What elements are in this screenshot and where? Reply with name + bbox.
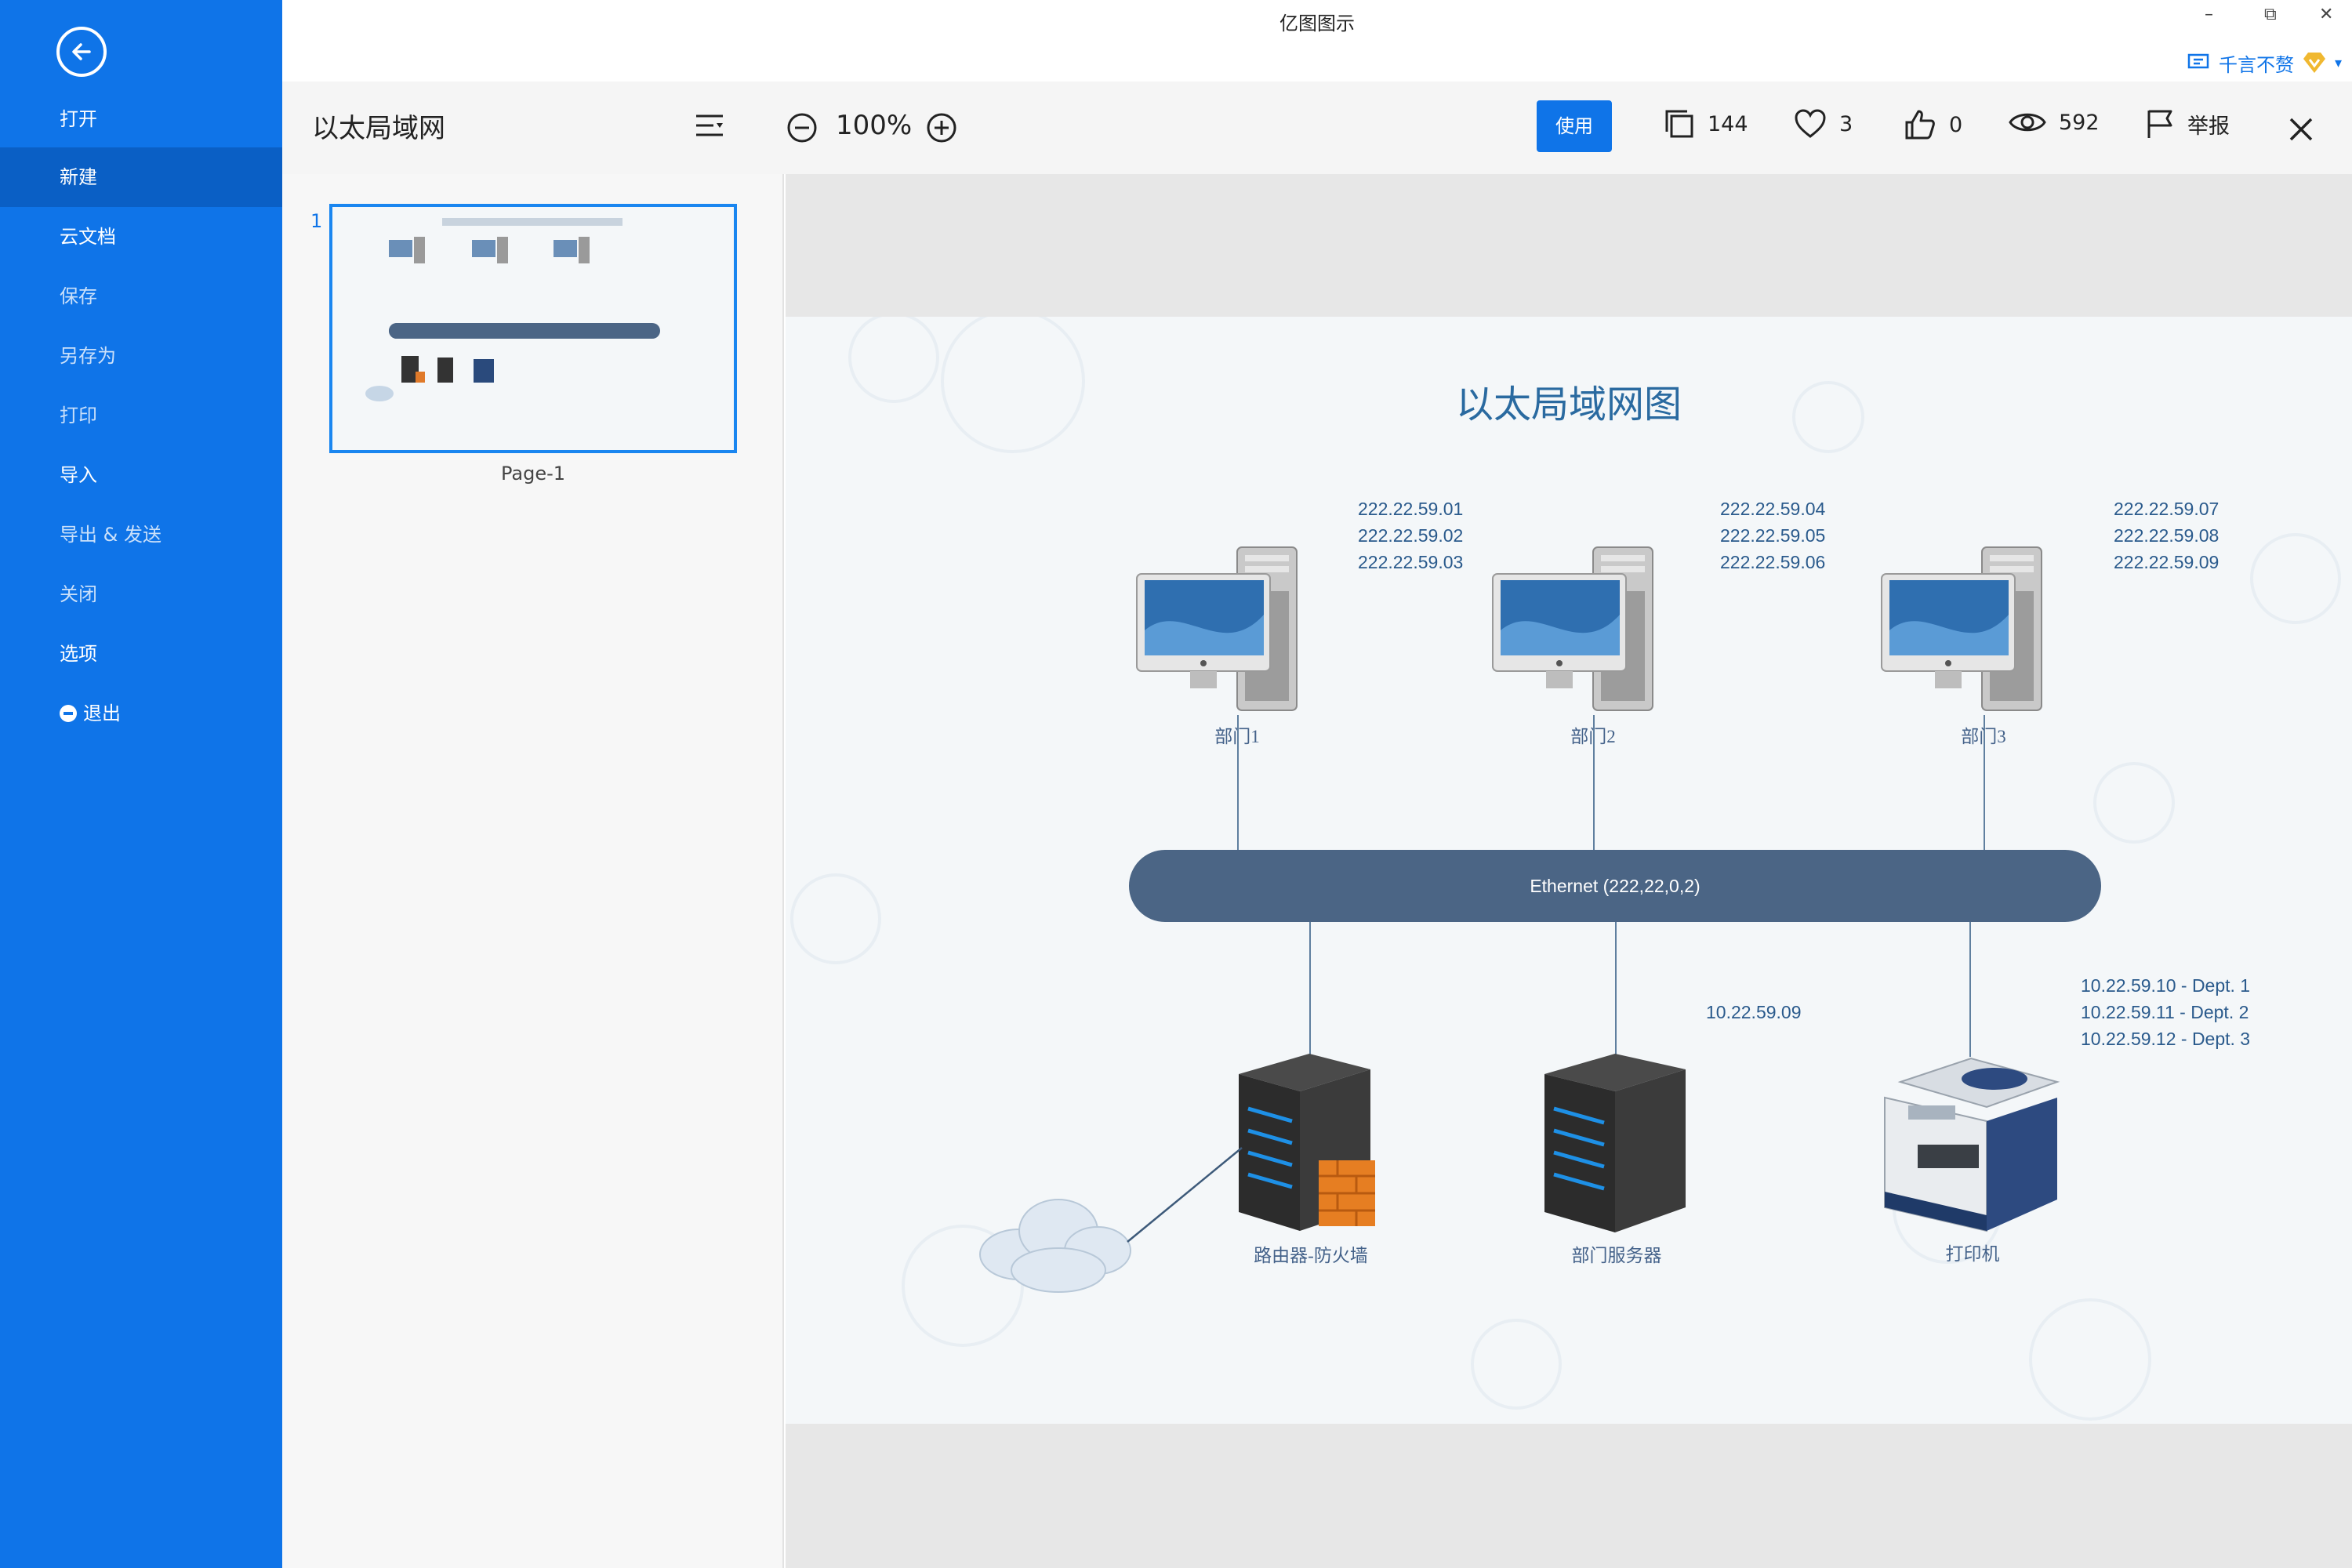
ip-address: 10.22.59.12 - Dept. 3	[2081, 1029, 2251, 1049]
ip-address: 222.22.59.03	[1358, 552, 1464, 572]
menu-label: 打印	[60, 405, 97, 426]
zoom-level: 100%	[836, 110, 913, 141]
server-icon[interactable]	[1537, 1051, 1693, 1239]
router-firewall-icon[interactable]	[1231, 1051, 1388, 1239]
menu-label: 打开	[60, 108, 97, 130]
connector-line	[1984, 715, 1985, 850]
minus-circle-icon	[60, 705, 77, 722]
app-title: 亿图图示	[1279, 13, 1355, 34]
menu-item-print[interactable]: 打印	[0, 386, 282, 445]
thumbs-up-icon	[1905, 110, 1935, 140]
favorite-stat[interactable]: 3	[1794, 108, 1853, 140]
user-caret-icon[interactable]: ▾	[2335, 55, 2342, 71]
printer-icon[interactable]	[1877, 1051, 2065, 1239]
arrow-left-icon	[72, 43, 91, 60]
likes-count: 0	[1949, 112, 1963, 137]
ip-address: 222.22.59.06	[1720, 552, 1826, 572]
computer-icon[interactable]	[1880, 544, 2084, 717]
menu-item-cloud-docs[interactable]: 云文档	[0, 207, 282, 267]
computer1-ips: 222.22.59.01 222.22.59.02 222.22.59.03	[1358, 495, 1463, 575]
ip-address: 222.22.59.01	[1358, 499, 1464, 519]
copies-count: 144	[1708, 111, 1748, 136]
computer-icon[interactable]	[1135, 544, 1339, 717]
menu-item-exit[interactable]: 退出	[0, 684, 282, 743]
page-number: 1	[310, 210, 323, 232]
vip-diamond-icon	[2303, 53, 2325, 73]
menu-item-save-as[interactable]: 另存为	[0, 326, 282, 386]
cloud-icon[interactable]	[972, 1184, 1137, 1301]
ip-address: 222.22.59.07	[2114, 499, 2220, 519]
thumbnail-preview	[365, 218, 660, 401]
menu-label: 云文档	[60, 226, 116, 248]
menu-item-new[interactable]: 新建	[0, 147, 282, 207]
menu-label: 导出 & 发送	[60, 524, 162, 546]
page-thumbnail[interactable]	[329, 204, 737, 453]
server-ip: 10.22.59.09	[1706, 1002, 1802, 1022]
menu-label: 另存为	[60, 345, 116, 367]
ip-address: 10.22.59.11 - Dept. 2	[2081, 1002, 2249, 1022]
menu-label: 关闭	[60, 583, 97, 605]
back-button[interactable]	[56, 27, 107, 77]
report-label: 举报	[2187, 114, 2230, 139]
ip-address: 222.22.59.02	[1358, 525, 1464, 546]
eye-icon	[2009, 113, 2046, 132]
ip-address: 222.22.59.09	[2114, 552, 2220, 572]
connector-line	[1969, 922, 1971, 1057]
computer2-ips: 222.22.59.04 222.22.59.05 222.22.59.06	[1720, 495, 1825, 575]
message-icon	[2187, 53, 2209, 69]
zoom-in-icon[interactable]	[925, 111, 958, 144]
connector-line	[1593, 715, 1595, 850]
ethernet-bus[interactable]: Ethernet (222,22,0,2)	[1129, 850, 2101, 922]
menu-label: 选项	[60, 643, 97, 665]
connector-line	[1615, 922, 1617, 1055]
printer-label: 打印机	[1945, 1244, 2000, 1264]
ip-address: 222.22.59.04	[1720, 499, 1826, 519]
ip-address: 222.22.59.08	[2114, 525, 2220, 546]
user-area[interactable]: 千言不赘 ▾	[2187, 45, 2342, 80]
outline-menu-icon[interactable]	[693, 111, 726, 141]
views-count: 592	[2059, 110, 2100, 135]
connector-line	[1237, 715, 1239, 850]
views-stat: 592	[2009, 108, 2100, 136]
connector-line	[1309, 922, 1311, 1055]
menu-item-export-send[interactable]: 导出 & 发送	[0, 505, 282, 564]
printer-ips: 10.22.59.10 - Dept. 1 10.22.59.11 - Dept…	[2081, 972, 2250, 1052]
ip-address: 10.22.59.10 - Dept. 1	[2081, 975, 2251, 996]
menu-item-options[interactable]: 选项	[0, 624, 282, 684]
computer-icon[interactable]	[1491, 544, 1695, 717]
menu-item-save[interactable]: 保存	[0, 267, 282, 326]
menu-label: 保存	[60, 285, 97, 307]
menu-label: 新建	[60, 166, 97, 188]
close-icon[interactable]	[2288, 116, 2314, 143]
menu-item-open[interactable]: 打开	[0, 89, 282, 149]
document-title: 以太局域网	[312, 113, 445, 144]
menu-item-close[interactable]: 关闭	[0, 564, 282, 624]
menu-label: 导入	[60, 464, 97, 486]
copies-stat[interactable]: 144	[1664, 108, 1748, 140]
copy-icon	[1665, 110, 1693, 138]
heart-icon	[1795, 109, 1826, 138]
use-template-button[interactable]: 使用	[1537, 100, 1612, 152]
zoom-out-icon[interactable]	[786, 111, 818, 144]
restore-button[interactable]: ⧉	[2264, 5, 2277, 24]
favorites-count: 3	[1839, 111, 1853, 136]
sidebar: 打开 新建 云文档 保存 另存为 打印 导入 导出 & 发送 关闭 选项 退出	[0, 0, 282, 1568]
report-button[interactable]: 举报	[2145, 108, 2230, 140]
title-bar: 亿图图示 – ⧉ ✕	[282, 0, 2352, 44]
page-label: Page-1	[500, 463, 566, 485]
close-window-button[interactable]: ✕	[2319, 5, 2333, 24]
router-label: 路由器-防火墙	[1254, 1246, 1368, 1265]
menu-item-import[interactable]: 导入	[0, 445, 282, 505]
ip-address: 222.22.59.05	[1720, 525, 1826, 546]
cloud-connector-line	[1127, 1147, 1243, 1243]
flag-icon	[2147, 110, 2172, 138]
minimize-button[interactable]: –	[2205, 5, 2213, 24]
computer3-ips: 222.22.59.07 222.22.59.08 222.22.59.09	[2114, 495, 2219, 575]
like-stat[interactable]: 0	[1904, 108, 1962, 141]
server-label: 部门服务器	[1571, 1246, 1662, 1265]
diagram-title: 以太局域网图	[1455, 383, 1682, 426]
user-name[interactable]: 千言不赘	[2219, 49, 2294, 77]
menu-label: 退出	[83, 702, 121, 724]
